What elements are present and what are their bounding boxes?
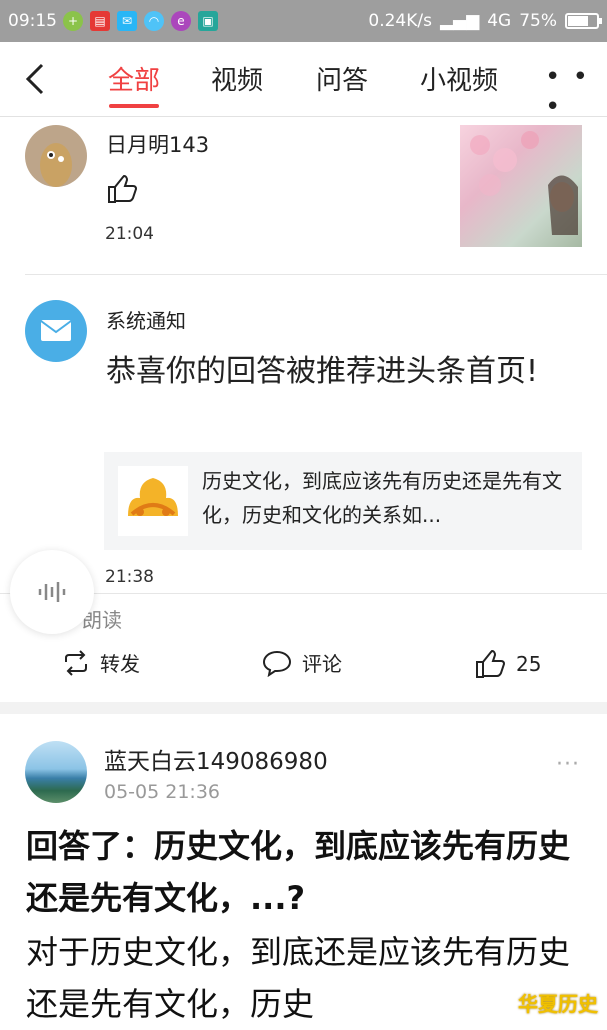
like-count: 25 <box>516 652 542 676</box>
tab-all[interactable]: 全部 <box>108 60 160 97</box>
post-author-name[interactable]: 蓝天白云149086980 <box>104 742 328 776</box>
thumbs-up-icon <box>108 174 138 203</box>
post-body[interactable]: 对于历史文化，到底还是应该先有历史还是先有文化，历史 <box>26 926 586 1030</box>
app-plus-icon: + <box>63 11 83 31</box>
status-bar: 09:15 + ▤ ✉ ◠ e ▣ 0.24K/s ▂▄▆ 4G 75% <box>0 0 607 42</box>
message-icon: ✉ <box>117 11 137 31</box>
post-more-icon[interactable]: ··· <box>556 752 580 777</box>
quoted-article-title: 历史文化，到底应该先有历史还是先有文化，历史和文化的关系如... <box>202 469 562 527</box>
e-app-icon: e <box>171 11 191 31</box>
status-time: 09:15 <box>8 11 57 31</box>
system-sender[interactable]: 系统通知 <box>106 305 186 334</box>
thumbs-up-icon <box>476 649 506 678</box>
tab-video[interactable]: 视频 <box>211 60 263 97</box>
post-title[interactable]: 回答了：历史文化，到底应该先有历史还是先有文化，...? <box>26 820 586 924</box>
mail-icon <box>40 320 72 341</box>
quoted-article[interactable]: 历史文化，到底应该先有历史还是先有文化，历史和文化的关系如... <box>104 452 582 550</box>
divider <box>25 274 607 275</box>
repost-button[interactable]: 转发 <box>62 648 140 677</box>
comment-icon <box>262 650 292 677</box>
like-button[interactable]: 25 <box>474 648 541 680</box>
system-avatar <box>25 300 87 362</box>
tab-qa[interactable]: 问答 <box>316 60 368 97</box>
tab-short-video[interactable]: 小视频 <box>420 60 498 97</box>
article-logo <box>118 466 188 536</box>
audio-wave-icon <box>38 582 66 602</box>
read-aloud-button[interactable] <box>10 550 94 634</box>
signal-icon: ▂▄▆ <box>439 11 480 31</box>
browser-icon: ◠ <box>144 11 164 31</box>
notification-message: 恭喜你的回答被推荐进头条首页! <box>106 354 539 389</box>
top-nav: 全部 视频 问答 小视频 • • • <box>0 42 607 122</box>
username[interactable]: 日月明143 <box>106 129 209 159</box>
more-menu-icon[interactable]: • • • <box>545 62 607 122</box>
repost-icon <box>65 649 87 676</box>
news-app-icon: ▤ <box>90 11 110 31</box>
battery-icon <box>565 13 602 29</box>
notification-item[interactable]: 日月明143 21:04 <box>0 117 607 277</box>
active-tab-indicator <box>109 104 159 108</box>
content-thumbnail[interactable] <box>460 125 582 247</box>
network-type: 4G <box>487 11 512 31</box>
comment-button[interactable]: 评论 <box>262 648 342 677</box>
timestamp: 21:38 <box>105 567 154 587</box>
back-arrow-icon[interactable] <box>22 62 52 96</box>
scan-icon: ▣ <box>198 11 218 31</box>
avatar[interactable] <box>25 125 87 187</box>
comment-label: 评论 <box>302 652 342 676</box>
post-author-avatar[interactable] <box>25 741 87 803</box>
battery-percent: 75% <box>519 11 557 31</box>
post-date: 05-05 21:36 <box>104 781 221 803</box>
watermark: 华夏历史 <box>518 992 598 1016</box>
section-gap <box>0 702 607 714</box>
repost-label: 转发 <box>100 652 140 676</box>
network-speed: 0.24K/s <box>368 11 432 31</box>
timestamp: 21:04 <box>105 224 154 244</box>
